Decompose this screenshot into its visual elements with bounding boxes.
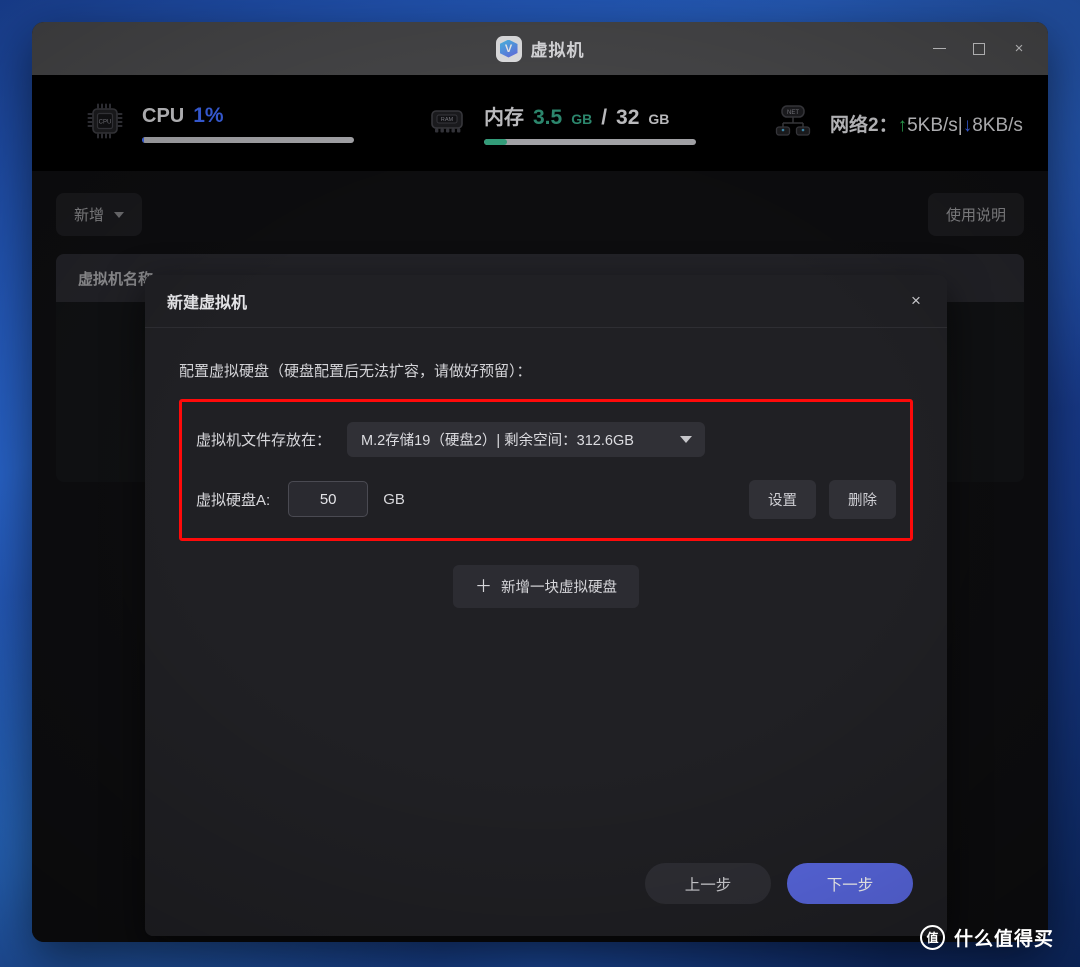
network-down-speed: 8KB/s [972,114,1023,136]
network-stat: NET 网络2：↑5KB/s|↓8KB/s [772,100,1023,147]
virtual-disk-size-input[interactable] [288,481,369,517]
network-text: 网络2：↑5KB/s|↓8KB/s [830,110,1023,137]
cpu-stat: CPU CPU 1% [84,100,354,147]
cpu-usage-bar-fill [142,136,145,143]
cpu-stat-body: CPU 1% [142,104,354,143]
virtual-disk-unit: GB [383,490,405,508]
memory-usage-bar-fill [484,139,508,145]
close-icon[interactable]: × [1000,32,1038,66]
dialog-footer: 上一步 下一步 [145,863,947,936]
virtual-disk-actions: 设置 删除 [749,479,896,519]
cpu-label: CPU [142,104,185,127]
network-up-arrow: ↑ [897,114,908,136]
title-bar: V 虚拟机 × [32,22,1048,75]
disk-delete-button[interactable]: 删除 [829,479,896,519]
cpu-chip-icon: CPU [84,100,126,147]
storage-location-select[interactable]: M.2存储19（硬盘2）| 剩余空间：312.6GB [347,421,706,457]
disk-section-note: 配置虚拟硬盘（硬盘配置后无法扩容，请做好预留）： [179,363,532,380]
network-down-arrow: ↓ [962,114,973,136]
add-virtual-disk-button[interactable]: ＋ 新增一块虚拟硬盘 [453,565,639,608]
virtual-machine-app-window: V 虚拟机 × CPU CPU 1% RAM 内存 3.5 GB / 32 GB… [32,22,1048,942]
maximize-icon[interactable] [960,32,998,66]
svg-text:CPU: CPU [99,119,112,125]
network-icon: NET [772,100,814,147]
previous-step-button[interactable]: 上一步 [645,863,771,904]
cpu-stat-line: CPU 1% [142,104,354,128]
cpu-usage-bar [142,136,354,143]
chevron-down-icon [680,435,693,443]
memory-stat-body: 内存 3.5 GB / 32 GB [484,101,696,145]
memory-usage-bar [484,139,696,145]
watermark-text: 什么值得买 [953,929,1054,950]
modal-overlay: 新建虚拟机 × 配置虚拟硬盘（硬盘配置后无法扩容，请做好预留）： 虚拟机文件存放… [32,171,1048,942]
dialog-header: 新建虚拟机 × [145,275,947,328]
dialog-content: 配置虚拟硬盘（硬盘配置后无法扩容，请做好预留）： 虚拟机文件存放在： M.2存储… [145,328,947,863]
app-logo-letter: V [499,39,518,58]
memory-total-unit: GB [648,111,670,127]
dialog-title: 新建虚拟机 [167,295,248,312]
watermark-logo-icon: 值 [919,925,945,950]
memory-separator: / [601,106,608,129]
dialog-close-icon[interactable]: × [899,284,933,318]
app-title: 虚拟机 [530,41,585,60]
cpu-value: 1% [193,103,224,127]
memory-total-value: 32 [616,106,640,129]
ram-chip-icon: RAM [426,100,468,147]
disk-config-highlight-box: 虚拟机文件存放在： M.2存储19（硬盘2）| 剩余空间：312.6GB 虚拟硬… [179,399,913,541]
new-vm-dialog: 新建虚拟机 × 配置虚拟硬盘（硬盘配置后无法扩容，请做好预留）： 虚拟机文件存放… [145,275,947,936]
svg-text:RAM: RAM [441,117,454,123]
memory-label: 内存 [484,107,524,129]
memory-used-value: 3.5 [533,106,563,129]
app-main-body: 新增 使用说明 虚拟机名称 新建虚拟机 × 配置虚拟硬盘（硬盘配置后无法扩容，请… [32,171,1048,942]
add-disk-row: ＋ 新增一块虚拟硬盘 [179,565,913,608]
minimize-icon[interactable] [920,32,958,66]
disk-settings-button[interactable]: 设置 [749,479,816,519]
app-title-group: V 虚拟机 [495,35,585,62]
network-up-speed: 5KB/s [907,114,958,136]
storage-location-row: 虚拟机文件存放在： M.2存储19（硬盘2）| 剩余空间：312.6GB [182,416,910,462]
memory-stat-line: 内存 3.5 GB / 32 GB [484,101,696,130]
storage-location-label: 虚拟机文件存放在： [196,431,332,449]
watermark: 值 什么值得买 [919,924,1054,951]
memory-used-unit: GB [571,111,593,127]
add-virtual-disk-label: 新增一块虚拟硬盘 [501,580,617,596]
network-label: 网络2： [830,114,898,136]
virtual-disk-label: 虚拟硬盘A: [196,491,271,509]
virtual-disk-row: 虚拟硬盘A: GB 设置 删除 [182,476,910,522]
storage-location-selected-value: M.2存储19（硬盘2）| 剩余空间：312.6GB [361,432,634,449]
plus-icon: ＋ [475,577,492,596]
desktop-background: V 虚拟机 × CPU CPU 1% RAM 内存 3.5 GB / 32 GB… [0,0,1080,967]
window-controls: × [920,22,1038,75]
app-logo-icon: V [495,35,522,62]
next-step-button[interactable]: 下一步 [787,863,913,904]
svg-text:NET: NET [787,110,799,116]
system-stats-bar: CPU CPU 1% RAM 内存 3.5 GB / 32 GB NET 网络2… [32,75,1048,171]
memory-stat: RAM 内存 3.5 GB / 32 GB [426,100,696,147]
